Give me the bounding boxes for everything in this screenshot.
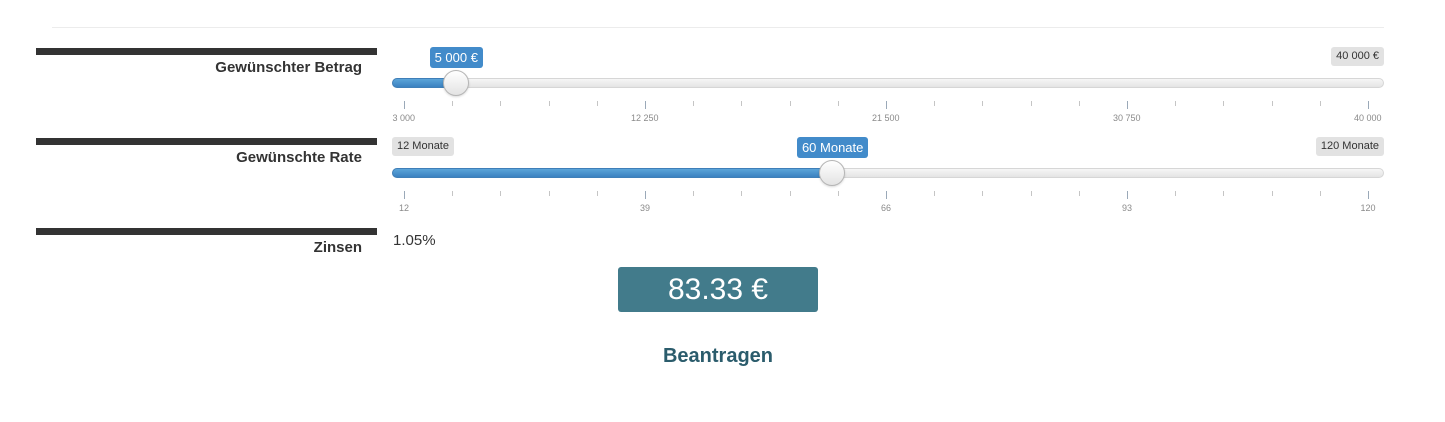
amount-tick xyxy=(500,101,502,106)
rate-tick-label: 66 xyxy=(881,203,892,213)
amount-tick-label: 3 000 xyxy=(392,113,416,123)
amount-tick xyxy=(982,101,984,106)
rate-tick xyxy=(693,191,695,196)
rate-tick xyxy=(837,191,839,196)
rate-tick xyxy=(500,191,502,196)
rate-tick xyxy=(404,191,405,199)
rate-tick xyxy=(1368,191,1369,199)
amount-slider-handle[interactable] xyxy=(443,70,470,96)
rate-current-badge: 60 Monate xyxy=(796,137,869,158)
amount-tick xyxy=(1127,101,1128,109)
rate-tick xyxy=(1319,191,1321,196)
amount-slider-track[interactable] xyxy=(392,78,1384,88)
rate-tick xyxy=(789,191,791,196)
rate-tick-label: 120 xyxy=(1360,203,1376,213)
amount-tick-label: 30 750 xyxy=(1113,113,1141,123)
amount-tick xyxy=(596,101,598,106)
amount-tick xyxy=(1271,101,1273,106)
rate-slider[interactable]: 12 Monate 120 Monate 60 Monate 12 39 66 93 1… xyxy=(392,137,1384,217)
rate-row-bar xyxy=(36,138,377,145)
amount-tick-label: 40 000 xyxy=(1354,113,1382,123)
amount-tick xyxy=(693,101,695,106)
rate-tick xyxy=(1271,191,1273,196)
rate-tick xyxy=(1175,191,1177,196)
apply-link[interactable]: Beantragen xyxy=(618,345,818,368)
rate-tick xyxy=(1223,191,1225,196)
rate-slider-fill xyxy=(392,168,833,178)
amount-tick xyxy=(452,101,454,106)
amount-tick xyxy=(1319,101,1321,106)
amount-tick-label: 21 500 xyxy=(872,113,900,123)
amount-max-badge: 40 000 € xyxy=(1331,47,1384,66)
amount-tick xyxy=(548,101,550,106)
rate-min-badge: 12 Monate xyxy=(392,137,454,156)
amount-tick xyxy=(837,101,839,106)
rate-tick xyxy=(886,191,887,199)
rate-tick xyxy=(596,191,598,196)
rate-max-badge: 120 Monate xyxy=(1315,137,1384,156)
rate-tick xyxy=(548,191,550,196)
amount-row-bar xyxy=(36,48,377,55)
top-divider xyxy=(52,27,1384,28)
interest-row-bar xyxy=(36,228,377,235)
rate-tick xyxy=(452,191,454,196)
amount-tick xyxy=(741,101,743,106)
rate-slider-handle[interactable] xyxy=(819,160,846,186)
rate-tick-label: 93 xyxy=(1122,203,1133,213)
amount-tick xyxy=(645,101,646,109)
amount-tick xyxy=(1368,101,1369,109)
amount-tick xyxy=(1078,101,1080,106)
rate-label: Gewünschte Rate xyxy=(236,149,362,166)
rate-tick xyxy=(1127,191,1128,199)
interest-value: 1.05% xyxy=(393,232,436,249)
amount-tick xyxy=(886,101,887,109)
amount-tick xyxy=(789,101,791,106)
monthly-rate-result: 83.33 € xyxy=(618,267,818,312)
amount-label: Gewünschter Betrag xyxy=(215,59,362,76)
rate-tick xyxy=(1030,191,1032,196)
rate-tick-label: 12 xyxy=(399,203,410,213)
rate-tick xyxy=(934,191,936,196)
amount-tick xyxy=(1223,101,1225,106)
rate-tick-label: 39 xyxy=(640,203,651,213)
interest-label: Zinsen xyxy=(313,239,362,256)
amount-current-badge: 5 000 € xyxy=(429,47,483,68)
amount-tick-label: 12 250 xyxy=(631,113,659,123)
rate-tick xyxy=(741,191,743,196)
amount-tick xyxy=(404,101,405,109)
rate-tick xyxy=(982,191,984,196)
rate-tick xyxy=(645,191,646,199)
amount-tick xyxy=(1030,101,1032,106)
amount-tick xyxy=(934,101,936,106)
amount-slider[interactable]: 40 000 € 5 000 € 3 000 12 250 21 500 30 750… xyxy=(392,47,1384,127)
amount-tick xyxy=(1175,101,1177,106)
rate-tick xyxy=(1078,191,1080,196)
